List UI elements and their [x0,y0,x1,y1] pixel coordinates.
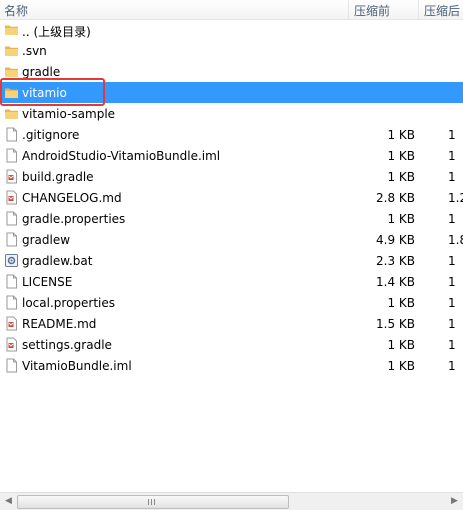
list-item[interactable]: .gitignore 1 KB 1 [0,124,463,145]
file-compressed-size: 1 [448,317,456,331]
file-name: README.md [22,317,97,331]
file-size: 1.5 KB [376,317,415,331]
file-size: 1 KB [387,170,415,184]
file-name: .gitignore [22,128,80,142]
file-name: vitamio-sample [22,107,116,121]
file-name: gradlew [22,233,71,247]
file-compressed-size: 1 [448,149,456,163]
file-compressed-size: 1 [448,254,456,268]
file-name: gradle.properties [22,212,126,226]
column-divider[interactable] [348,0,349,19]
file-name: LICENSE [22,275,73,289]
file-compressed-size: 1 [448,359,456,373]
file-size: 2.3 KB [376,254,415,268]
scroll-left-button[interactable]: ◀ [0,493,17,509]
gradle-file-icon [4,337,19,352]
file-name: build.gradle [22,170,94,184]
gradle-file-icon [4,190,19,205]
file-icon [4,211,19,226]
file-name: gradlew.bat [22,254,93,268]
file-icon [4,358,19,373]
file-size: 1 KB [387,296,415,310]
scroll-right-button[interactable]: ▶ [446,493,463,509]
file-size: 1.4 KB [376,275,415,289]
file-compressed-size: 1 [448,275,456,289]
file-compressed-size: 1 [448,170,456,184]
file-size: 1 KB [387,359,415,373]
file-compressed-size: 1.2 [448,191,463,205]
column-divider[interactable] [418,0,419,19]
bat-file-icon [4,253,19,268]
file-compressed-size: 1 [448,128,456,142]
file-name: VitamioBundle.iml [22,359,132,373]
file-size: 4.9 KB [376,233,415,247]
file-compressed-size: 1.8 [448,233,463,247]
file-name: .. (上级目录) [22,25,91,39]
folder-icon [4,106,19,121]
gradle-file-icon [4,169,19,184]
horizontal-scrollbar[interactable]: ◀ ▶ [0,492,463,510]
list-item[interactable]: build.gradle 1 KB 1 [0,166,463,187]
grip-icon [148,499,156,505]
file-compressed-size: 1 [448,212,456,226]
list-item[interactable]: gradlew 4.9 KB 1.8 [0,229,463,250]
file-icon [4,295,19,310]
column-header: 名称 压缩前 压缩后 [0,0,463,20]
list-item[interactable]: VitamioBundle.iml 1 KB 1 [0,355,463,376]
column-compressed-after-header[interactable]: 压缩后 [424,2,460,19]
file-size: 1 KB [387,149,415,163]
file-name: gradle [22,65,61,79]
folder-icon [4,22,19,37]
file-compressed-size: 1 [448,296,456,310]
list-item[interactable]: LICENSE 1.4 KB 1 [0,271,463,292]
list-item[interactable]: vitamio-sample [0,103,463,124]
file-icon [4,232,19,247]
list-item[interactable]: AndroidStudio-VitamioBundle.iml 1 KB 1 [0,145,463,166]
list-item[interactable]: gradle.properties 1 KB 1 [0,208,463,229]
list-item[interactable]: .svn [0,40,463,61]
list-item[interactable]: README.md 1.5 KB 1 [0,313,463,334]
list-item[interactable]: gradlew.bat 2.3 KB 1 [0,250,463,271]
file-size: 1 KB [387,338,415,352]
file-name: local.properties [22,296,116,310]
file-name: CHANGELOG.md [22,191,122,205]
file-name: AndroidStudio-VitamioBundle.iml [22,149,221,163]
column-compressed-before-header[interactable]: 压缩前 [354,2,390,19]
column-name-header[interactable]: 名称 [4,2,28,19]
file-name: .svn [22,44,47,58]
gradle-file-icon [4,316,19,331]
file-icon [4,148,19,163]
file-name: settings.gradle [22,338,112,352]
folder-icon [4,64,19,79]
folder-icon [4,43,19,58]
file-icon [4,127,19,142]
file-compressed-size: 1 [448,338,456,352]
list-item[interactable]: local.properties 1 KB 1 [0,292,463,313]
file-size: 1 KB [387,128,415,142]
list-item[interactable]: .. (上级目录) [0,19,463,40]
list-item[interactable]: CHANGELOG.md 2.8 KB 1.2 [0,187,463,208]
list-item[interactable]: settings.gradle 1 KB 1 [0,334,463,355]
file-icon [4,274,19,289]
file-size: 1 KB [387,212,415,226]
file-size: 2.8 KB [376,191,415,205]
scrollbar-thumb[interactable] [17,495,289,509]
annotation-highlight-box [0,78,105,106]
